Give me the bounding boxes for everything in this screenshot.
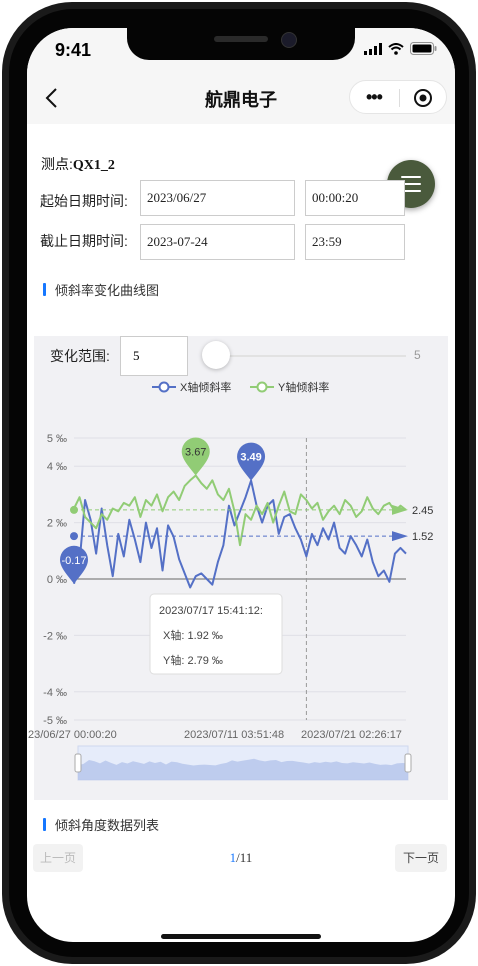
status-time: 9:41 xyxy=(55,40,92,60)
x-tick-label: 23/06/27 00:00:20 xyxy=(28,729,117,741)
status-icons xyxy=(364,42,437,55)
notch xyxy=(127,28,355,60)
tilt-chart[interactable]: X轴倾斜率 Y轴倾斜率 5 ‰ 4 ‰ 2 ‰ 0 ‰ -2 ‰ -4 ‰ -5 ‰ 23/06/… xyxy=(28,374,448,794)
mark-line-arrow xyxy=(392,531,408,542)
wifi-icon xyxy=(388,42,404,55)
end-label: 截止日期时间: xyxy=(40,233,128,249)
y-tick-label: -2 ‰ xyxy=(43,630,67,642)
start-date-input[interactable]: 2023/06/27 xyxy=(140,180,295,216)
y-tick-label: 5 ‰ xyxy=(47,433,67,445)
chart-section-title: 倾斜率变化曲线图 xyxy=(43,280,159,299)
table-section-title: 倾斜角度数据列表 xyxy=(43,815,159,834)
close-target-icon[interactable] xyxy=(413,88,433,108)
tooltip-time: 2023/07/17 15:41:12: xyxy=(159,605,263,617)
x-tick-label: 2023/07/21 02:26:17 xyxy=(301,729,402,741)
mark-point-label: 3.49 xyxy=(240,452,261,464)
y-tick-label: 0 ‰ xyxy=(47,574,67,586)
tooltip-y-value: Y轴: 2.79 ‰ xyxy=(163,653,223,667)
end-time-input[interactable]: 23:59 xyxy=(305,224,405,260)
capsule-divider xyxy=(399,89,400,107)
legend-label: Y轴倾斜率 xyxy=(278,380,329,394)
end-date-input[interactable]: 2023-07-24 xyxy=(140,224,295,260)
range-input[interactable]: 5 xyxy=(120,336,188,376)
range-slider-value: 5 xyxy=(414,348,421,362)
legend-label: X轴倾斜率 xyxy=(180,380,231,394)
camera xyxy=(281,32,297,48)
pager: 上一页 1/11 下一页 xyxy=(27,844,455,874)
content: 测点:QX1_2 起始日期时间: 2023/06/27 00:00:20 截止日… xyxy=(27,124,455,942)
datazoom-left-handle[interactable] xyxy=(74,753,82,773)
mark-line-label: 1.52 xyxy=(412,531,433,543)
y-tick-label: 2 ‰ xyxy=(47,518,67,530)
range-slider-thumb[interactable] xyxy=(202,341,230,369)
screen: 9:41 航鼎电子 ••• 测点:QX1_2 起始日期时间: 2023/06/2… xyxy=(27,28,455,942)
page-indicator: 1/11 xyxy=(27,850,455,866)
speaker xyxy=(214,36,268,42)
start-label: 起始日期时间: xyxy=(40,193,128,209)
range-label: 变化范围: xyxy=(50,348,110,364)
datazoom-right-handle[interactable] xyxy=(404,753,412,773)
chart-panel: 变化范围: 5 5 X轴倾斜率 Y轴倾斜率 5 ‰ 4 ‰ 2 ‰ 0 ‰ -2 ‰ -4 ‰… xyxy=(28,336,448,800)
more-icon[interactable]: ••• xyxy=(366,88,383,106)
series-line xyxy=(73,479,407,589)
mark-line-start xyxy=(70,505,78,514)
mark-point-label: 3.67 xyxy=(185,447,206,459)
mark-line-start xyxy=(70,532,78,541)
home-indicator xyxy=(161,934,321,939)
total-pages: /11 xyxy=(236,850,253,865)
next-page-button[interactable]: 下一页 xyxy=(395,844,447,872)
battery-icon xyxy=(410,42,437,55)
signal-icon xyxy=(364,42,382,55)
y-tick-label: -5 ‰ xyxy=(43,715,67,727)
mark-line-label: 2.45 xyxy=(412,505,433,517)
point-value: QX1_2 xyxy=(72,158,115,173)
tooltip-x-value: X轴: 1.92 ‰ xyxy=(163,628,223,642)
legend-marker xyxy=(256,381,268,393)
y-tick-label: 4 ‰ xyxy=(47,461,67,473)
point-field: 测点:QX1_2 xyxy=(41,154,115,174)
x-tick-label: 2023/07/11 03:51:48 xyxy=(184,729,284,741)
y-tick-label: -4 ‰ xyxy=(43,687,67,699)
legend-marker xyxy=(158,381,170,393)
navbar: 航鼎电子 ••• xyxy=(27,72,455,124)
mini-program-capsule: ••• xyxy=(349,80,447,114)
mark-point-label: -0.17 xyxy=(61,555,86,567)
range-slider-track[interactable] xyxy=(216,355,406,357)
point-label: 测点: xyxy=(41,156,73,172)
start-time-input[interactable]: 00:00:20 xyxy=(305,180,405,216)
